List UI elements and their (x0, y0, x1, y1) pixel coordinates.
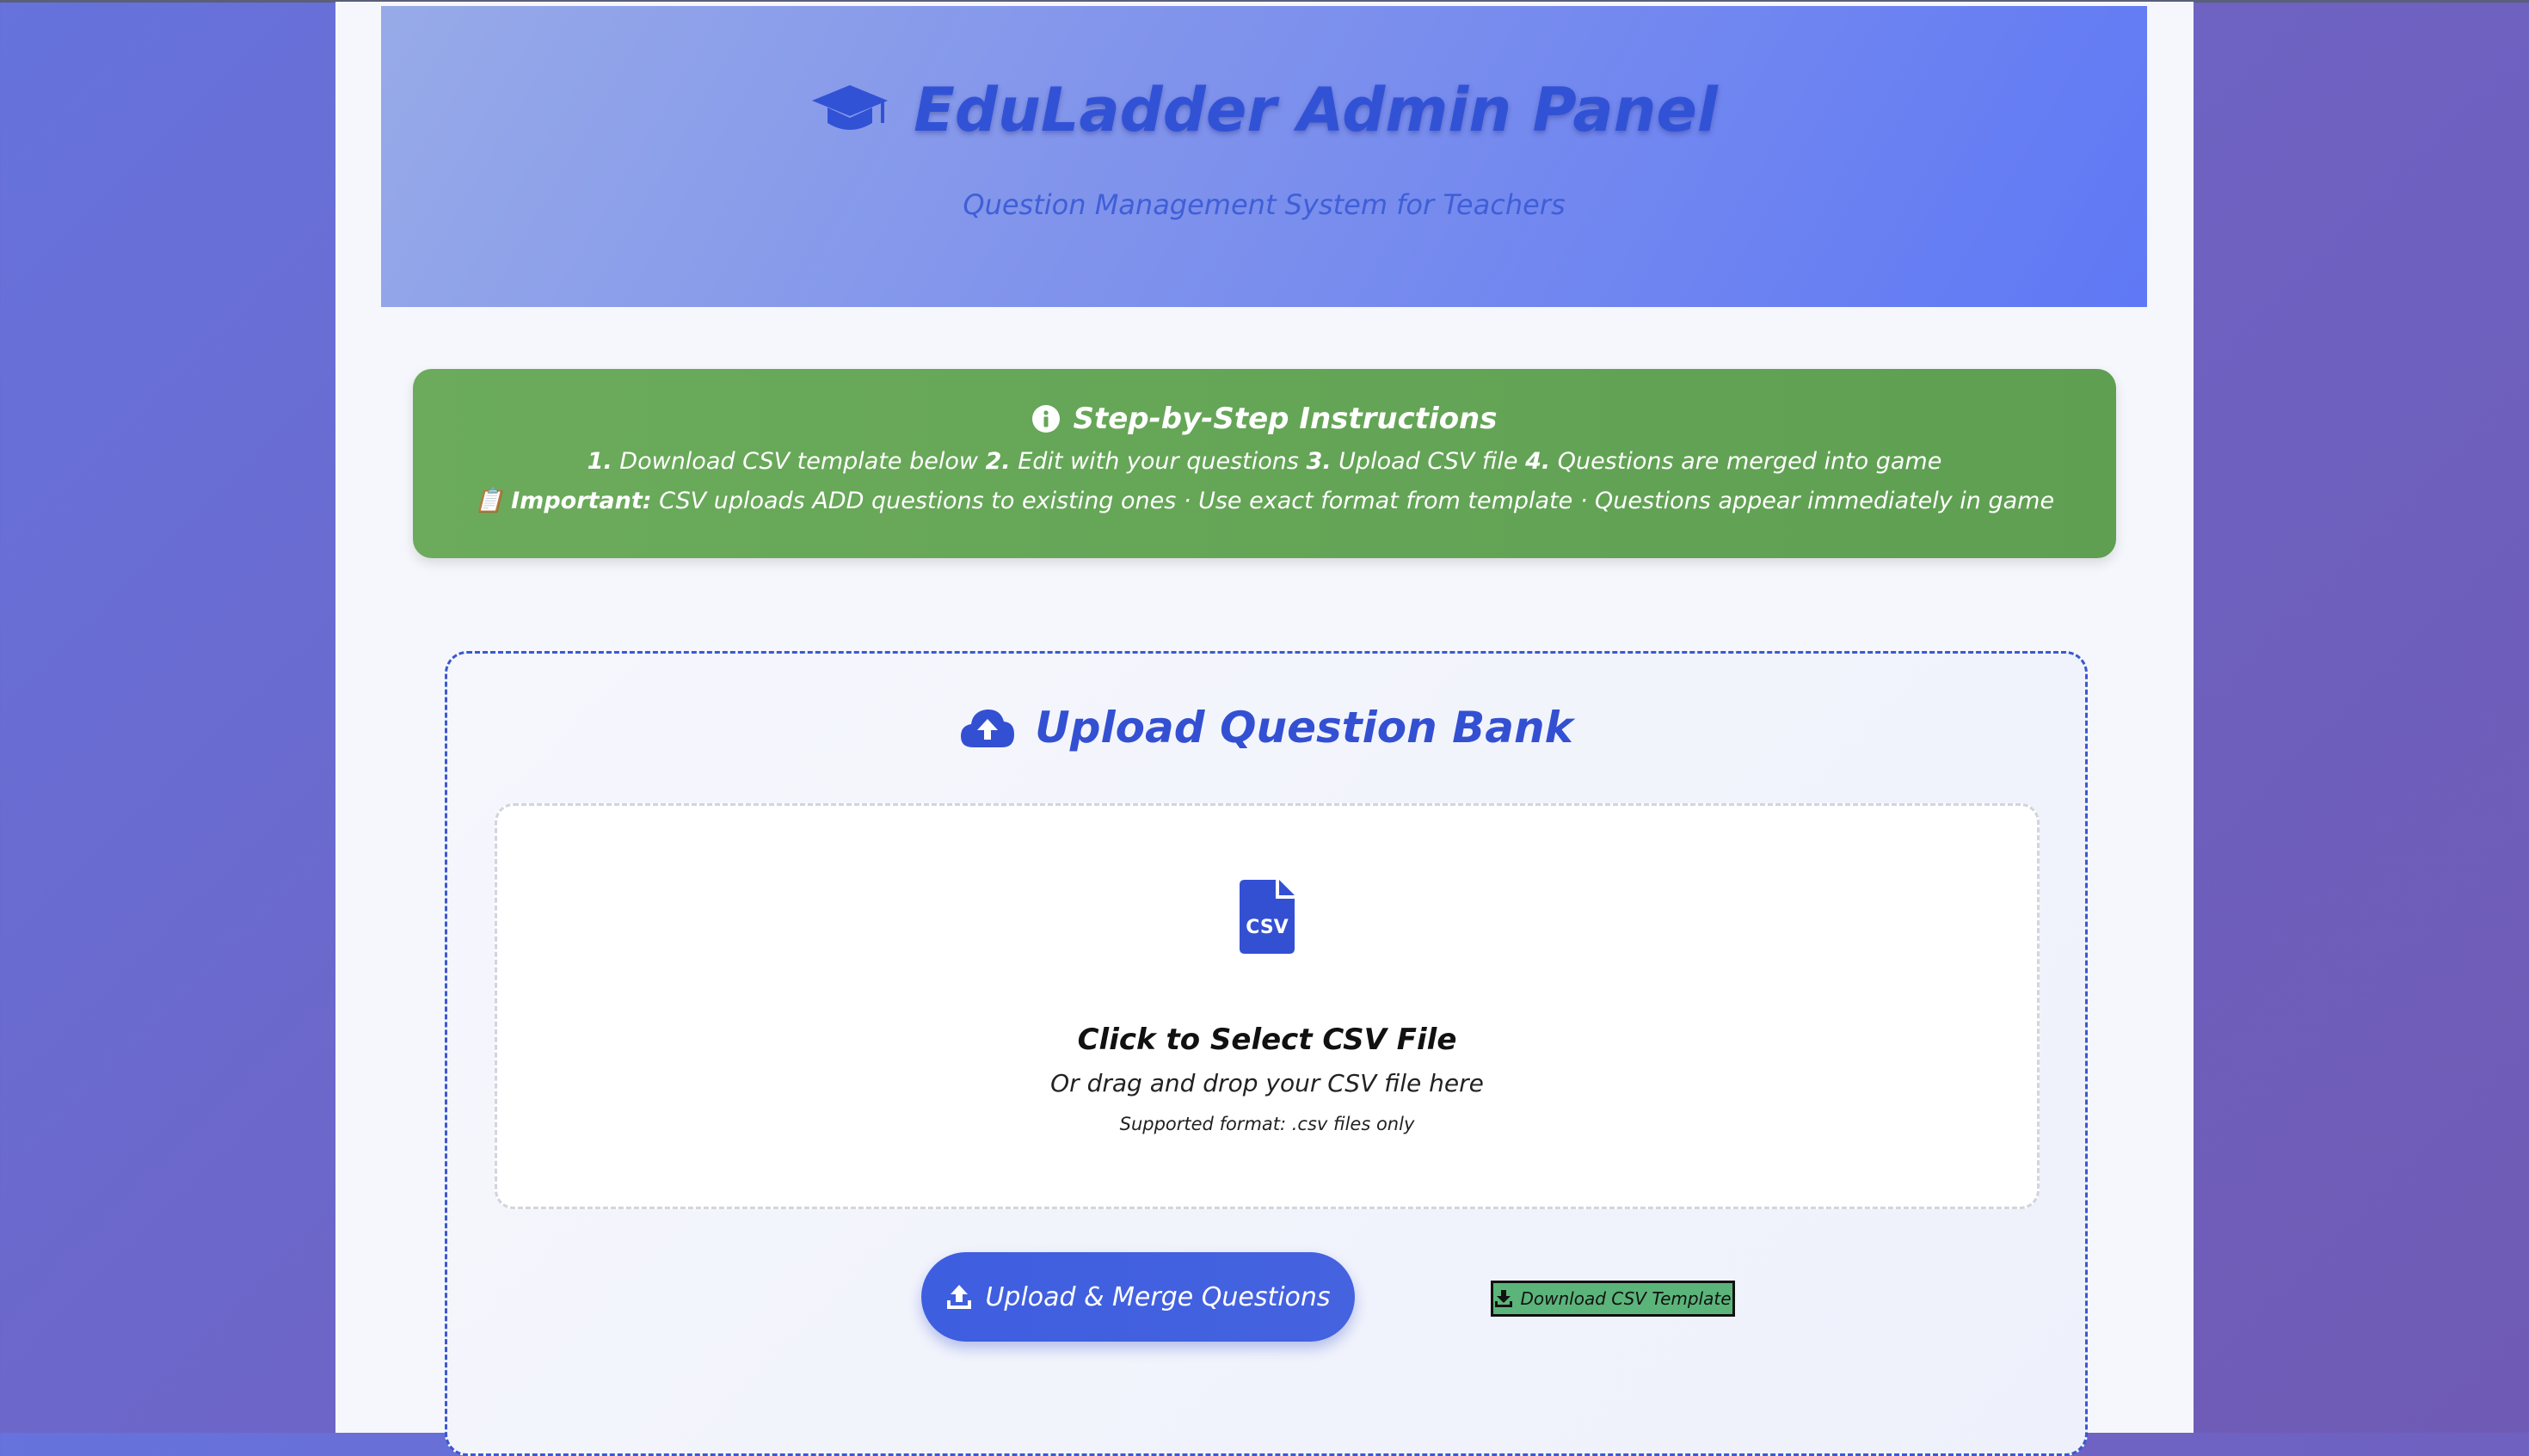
instructions-steps: 1. Download CSV template below 2. Edit w… (413, 448, 2116, 475)
download-template-button-label: Download CSV Template (1520, 1288, 1732, 1309)
download-template-button[interactable]: Download CSV Template (1491, 1281, 1735, 1317)
page-header: EduLadder Admin Panel Question Managemen… (381, 6, 2147, 307)
step-3-text: Upload CSV file (1338, 448, 1518, 475)
important-note: 📋 Important: CSV uploads ADD questions t… (413, 487, 2116, 514)
step-4-number: 4. (1525, 448, 1551, 475)
csv-file-icon: CSV (1240, 880, 1295, 954)
cloud-upload-icon (961, 709, 1015, 747)
dropzone-title: Click to Select CSV File (1077, 1023, 1457, 1057)
info-circle-icon (1032, 405, 1061, 433)
upload-title-text: Upload Question Bank (1035, 703, 1573, 753)
upload-title: Upload Question Bank (447, 703, 2085, 753)
graduation-cap-icon (812, 85, 889, 130)
step-1-number: 1. (587, 448, 612, 475)
page-subtitle: Question Management System for Teachers (963, 188, 1566, 221)
instructions-panel: Step-by-Step Instructions 1. Download CS… (413, 369, 2116, 558)
step-1-text: Download CSV template below (619, 448, 978, 475)
main-container: EduLadder Admin Panel Question Managemen… (335, 2, 2194, 1456)
step-2-text: Edit with your questions (1018, 448, 1299, 475)
instructions-title: Step-by-Step Instructions (413, 402, 2116, 436)
csv-dropzone[interactable]: CSV Click to Select CSV File Or drag and… (495, 803, 2040, 1209)
step-4-text: Questions are merged into game (1557, 448, 1942, 475)
instructions-title-text: Step-by-Step Instructions (1073, 402, 1498, 436)
upload-merge-button[interactable]: Upload & Merge Questions (921, 1252, 1355, 1342)
page-title: EduLadder Admin Panel (381, 75, 2147, 145)
page-title-text: EduLadder Admin Panel (914, 75, 1718, 145)
download-icon (1495, 1290, 1513, 1307)
upload-icon (947, 1285, 972, 1309)
important-text: CSV uploads ADD questions to existing on… (659, 488, 2055, 514)
important-label: Important: (511, 488, 652, 514)
step-3-number: 3. (1306, 448, 1332, 475)
step-2-number: 2. (985, 448, 1011, 475)
dropzone-format-note: Supported format: .csv files only (1119, 1114, 1415, 1134)
clipboard-icon: 📋 (474, 488, 504, 514)
upload-section: Upload Question Bank CSV Click to Select… (445, 651, 2088, 1456)
upload-merge-button-label: Upload & Merge Questions (985, 1281, 1331, 1312)
dropzone-subtitle: Or drag and drop your CSV file here (1050, 1069, 1484, 1097)
csv-file-icon-label: CSV (1246, 917, 1288, 938)
